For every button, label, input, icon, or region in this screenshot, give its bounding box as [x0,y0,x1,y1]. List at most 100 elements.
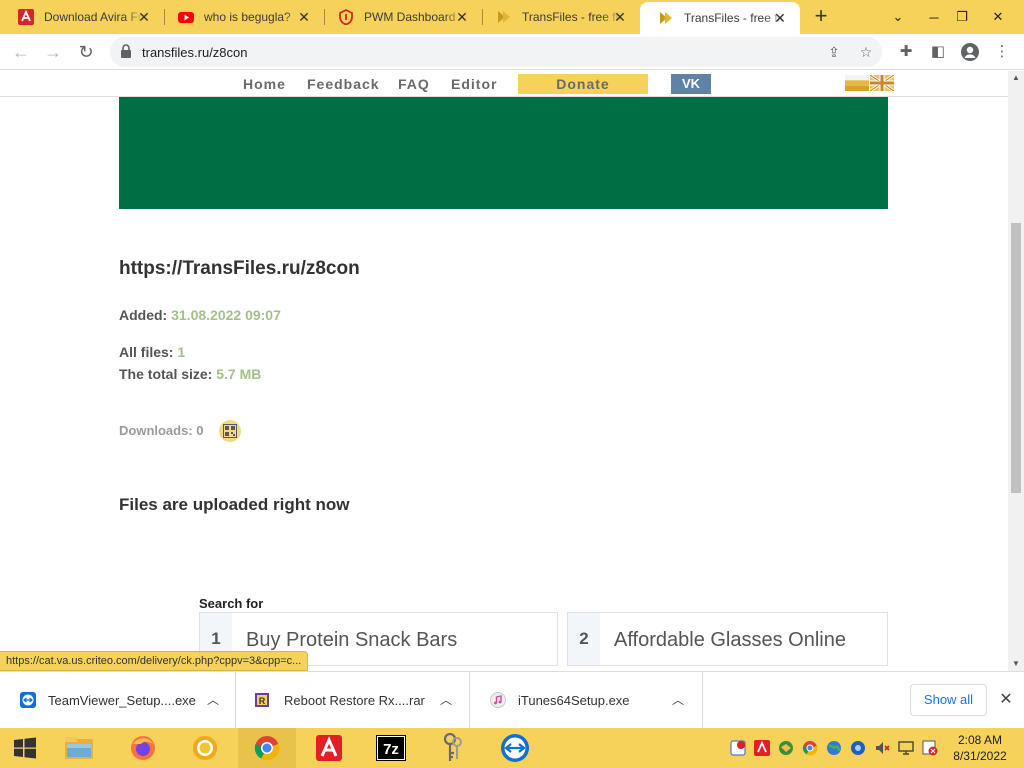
search-ad-item[interactable]: 2 Affordable Glasses Online [567,612,888,666]
qr-code-icon[interactable] [219,420,241,442]
downloads-value: 0 [196,423,204,438]
tab-pwm[interactable]: PWM Dashboard ✕ [320,0,482,34]
tab-title: who is begugla? [204,10,291,24]
tray-badge-icon[interactable] [730,740,746,756]
forward-button[interactable]: → [41,40,65,64]
taskbar-avira[interactable] [300,728,358,768]
download-filename[interactable]: Reboot Restore Rx....rar [284,693,425,708]
total-size-label: The total size: [119,366,213,382]
scrollbar-thumb[interactable] [1011,223,1021,493]
download-filename[interactable]: iTunes64Setup.exe [518,693,630,708]
link-hover-status: https://cat.va.us.criteo.com/delivery/ck… [0,651,309,671]
taskbar-file-explorer[interactable] [50,728,108,768]
tray-network-icon[interactable] [850,740,866,756]
windows-start-button[interactable] [0,728,50,768]
page-scrollbar[interactable]: ▲ ▼ [1008,71,1024,671]
reload-button[interactable]: ↻ [74,40,98,64]
taskbar-chrome[interactable] [238,728,296,768]
chevron-up-icon[interactable]: ︿ [205,692,221,708]
extensions-puzzle-icon[interactable]: ✚ [896,42,916,62]
lock-icon[interactable] [120,44,132,63]
search-ad-text[interactable]: Affordable Glasses Online [614,629,846,652]
nav-feedback-link[interactable]: Feedback [307,76,380,92]
file-explorer-icon [65,737,93,759]
added-info: Added: 31.08.2022 09:07 [119,307,281,323]
all-files-info: All files: 1 [119,344,185,360]
transfiles-icon [658,10,674,26]
scroll-up-arrow-icon[interactable]: ▲ [1008,71,1024,85]
close-window-button[interactable]: ✕ [980,0,1016,34]
menu-kebab-icon[interactable]: ⋮ [992,42,1012,62]
transfiles-icon [496,9,512,25]
chevron-up-icon[interactable]: ︿ [438,692,454,708]
all-files-label: All files: [119,344,174,360]
tab-strip: Download Avira Free ✕ who is begugla? ✕ … [0,0,1024,34]
avira-icon [18,9,34,25]
tab-transfiles-active[interactable]: TransFiles - free file ✕ [640,2,800,34]
taskbar-7zip[interactable]: 7z [362,728,420,768]
taskbar-keys-app[interactable] [424,728,482,768]
taskbar-clock[interactable]: 2:08 AM 8/31/2022 [945,732,1015,764]
scroll-down-arrow-icon[interactable]: ▼ [1008,657,1024,671]
chevron-up-icon[interactable]: ︿ [670,692,686,708]
tab-close-icon[interactable]: ✕ [612,9,628,25]
tray-chrome-icon[interactable] [802,740,818,756]
donate-button[interactable]: Donate [518,74,648,94]
nav-faq-link[interactable]: FAQ [398,76,430,92]
firefox-icon [131,736,155,760]
tab-close-icon[interactable]: ✕ [296,9,312,25]
search-ad-text[interactable]: Buy Protein Snack Bars [246,629,457,652]
teamviewer-icon [20,692,36,708]
added-value: 31.08.2022 09:07 [171,307,281,323]
tab-title: Download Avira Free [44,10,144,24]
advertisement-banner[interactable] [119,97,888,209]
russian-flag-icon[interactable] [845,75,869,91]
tab-title: PWM Dashboard [364,10,456,24]
taskbar-firefox[interactable] [114,728,172,768]
total-size-value: 5.7 MB [216,366,262,382]
avira-icon [316,735,342,761]
tray-avira-icon[interactable] [754,740,770,756]
restore-button[interactable]: ❐ [944,0,980,34]
svg-text:R: R [259,696,266,706]
tab-title: TransFiles - free file [684,11,784,25]
address-url[interactable]: transfiles.ru/z8con [142,45,248,60]
tray-globe-icon[interactable] [826,740,842,756]
bookmark-star-icon[interactable]: ☆ [858,44,874,60]
downloads-bar: TeamViewer_Setup....exe ︿ R Reboot Resto… [0,671,1024,729]
download-item[interactable]: iTunes64Setup.exe ︿ [470,672,703,729]
tab-avira[interactable]: Download Avira Free ✕ [0,0,164,34]
taskbar-teamviewer[interactable] [486,728,544,768]
tab-transfiles-1[interactable]: TransFiles - free file ✕ [478,0,640,34]
7zip-icon: 7z [376,735,406,761]
download-filename[interactable]: TeamViewer_Setup....exe [48,693,196,708]
address-bar[interactable]: transfiles.ru/z8con ⇪ ☆ [110,37,882,67]
share-icon[interactable]: ⇪ [826,44,842,60]
tab-youtube[interactable]: who is begugla? ✕ [160,0,324,34]
download-item[interactable]: TeamViewer_Setup....exe ︿ [0,672,236,729]
tab-close-icon[interactable]: ✕ [136,9,152,25]
tab-search-chevron-icon[interactable]: ⌄ [880,0,916,34]
taskbar-chrome-canary[interactable] [176,728,234,768]
tab-close-icon[interactable]: ✕ [454,9,470,25]
page-viewport: Home Feedback FAQ Editor Donate VK https… [0,71,1008,671]
nav-home-link[interactable]: Home [243,76,286,92]
close-downloads-bar-icon[interactable]: ✕ [996,690,1016,710]
back-button[interactable]: ← [9,40,33,64]
vk-button[interactable]: VK [671,74,711,94]
all-files-value: 1 [177,344,186,360]
tray-display-icon[interactable] [898,740,914,756]
tray-security-warning-icon[interactable] [922,740,938,756]
profile-avatar-icon[interactable] [960,42,980,62]
uk-flag-icon[interactable] [869,73,895,93]
tray-volume-muted-icon[interactable] [874,740,890,756]
show-all-downloads-button[interactable]: Show all [910,684,987,716]
download-item[interactable]: R Reboot Restore Rx....rar ︿ [236,672,470,729]
pwm-shield-icon [338,9,354,25]
nav-editor-link[interactable]: Editor [451,76,497,92]
tray-network-globe-icon[interactable] [778,740,794,756]
new-tab-button[interactable]: + [808,5,834,29]
tab-close-icon[interactable]: ✕ [772,10,788,26]
side-panel-icon[interactable]: ◧ [928,42,948,62]
rar-icon: R [254,692,270,708]
